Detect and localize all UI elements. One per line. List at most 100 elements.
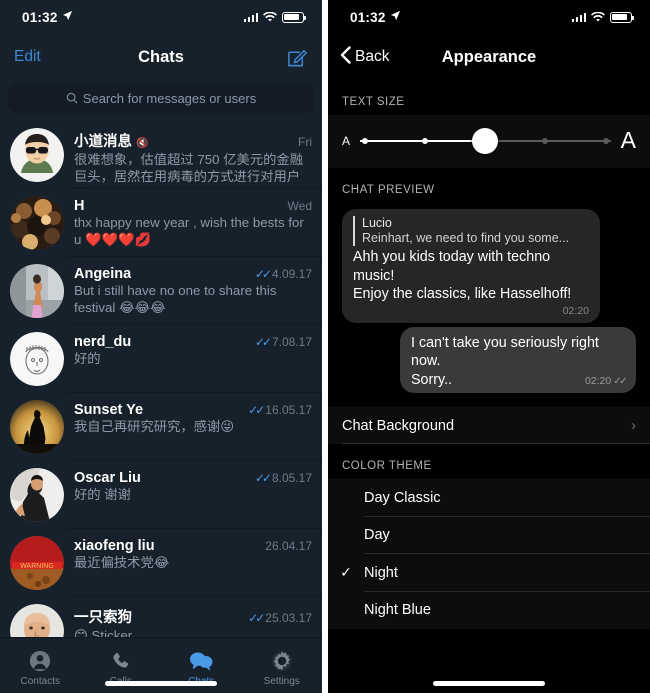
chat-item-top: 小道消息 🔇 Fri <box>74 130 312 151</box>
phone-icon <box>110 649 132 673</box>
color-theme-label: Night <box>364 564 398 581</box>
battery-icon <box>610 11 635 23</box>
chat-item-body: Oscar Liu ✓✓ 8.05.17 好的 谢谢 <box>74 468 312 504</box>
slider-tick-1[interactable] <box>362 137 369 144</box>
chat-item-body: Angeina ✓✓ 4.09.17 But i still have no o… <box>74 264 312 316</box>
chat-list-item[interactable]: 一只索狗 ✓✓ 25.03.17 😊 Sticker <box>0 597 322 637</box>
slider-tick-2[interactable] <box>422 137 429 144</box>
color-theme-header: COLOR THEME <box>328 444 650 479</box>
text-size-header: TEXT SIZE <box>328 80 650 115</box>
home-indicator-left <box>105 681 217 686</box>
chat-item-message: 😊 Sticker <box>74 628 133 637</box>
color-theme-label: Day Classic <box>364 489 441 506</box>
edit-button[interactable]: Edit <box>14 48 41 66</box>
chat-background-row[interactable]: Chat Background › <box>328 407 650 444</box>
color-theme-option[interactable]: Day Classic <box>328 479 650 517</box>
chat-list-item[interactable]: nerd_du ✓✓ 7.08.17 好的 <box>0 325 322 393</box>
svg-text:WARNING: WARNING <box>20 563 54 570</box>
read-ticks-icon: ✓✓ <box>254 335 272 349</box>
home-indicator-right <box>433 681 545 686</box>
status-indicators-right <box>571 11 635 23</box>
read-ticks-icon: ✓✓ <box>613 375 627 387</box>
text-size-slider[interactable] <box>360 127 611 154</box>
compose-icon[interactable] <box>287 47 308 68</box>
color-theme-option[interactable]: Day <box>328 516 650 554</box>
chat-list-item[interactable]: H Wed thx happy new year , wish the best… <box>0 189 322 257</box>
back-label: Back <box>355 48 390 65</box>
tab-settings[interactable]: Settings <box>242 649 323 687</box>
chat-item-body: H Wed thx happy new year , wish the best… <box>74 196 312 248</box>
chat-item-message: But i still have no one to share this fe… <box>74 283 277 315</box>
preview-outgoing-time: 02:20 <box>584 375 612 387</box>
chat-item-message: 好的 <box>74 351 101 366</box>
preview-outgoing-line-1: I can't take you seriously right now. <box>411 334 599 370</box>
read-ticks-icon: ✓✓ <box>254 471 272 485</box>
status-time-text-left: 01:32 <box>22 9 58 25</box>
text-size-control[interactable]: A A <box>328 115 650 168</box>
slider-tick-4[interactable] <box>542 137 549 144</box>
preview-incoming-bubble: Lucio Reinhart, we need to find you some… <box>342 209 600 323</box>
chat-item-top: Angeina ✓✓ 4.09.17 <box>74 266 312 282</box>
color-theme-option[interactable]: Night Blue <box>328 591 650 629</box>
location-arrow-icon <box>62 10 73 24</box>
chat-item-date: 25.03.17 <box>265 611 312 625</box>
back-button[interactable]: Back <box>340 45 390 69</box>
wifi-icon <box>591 11 605 23</box>
avatar[interactable] <box>10 332 64 386</box>
chat-item-name: 小道消息 <box>74 134 132 150</box>
chat-item-top: nerd_du ✓✓ 7.08.17 <box>74 334 312 350</box>
chat-item-name: 一只索狗 <box>74 610 132 626</box>
slider-thumb[interactable] <box>472 127 499 154</box>
chat-list[interactable]: 小道消息 🔇 Fri 很难想象，估值超过 750 亿美元的金融巨头，居然在用病毒… <box>0 121 322 637</box>
chat-list-item[interactable]: Angeina ✓✓ 4.09.17 But i still have no o… <box>0 257 322 325</box>
avatar[interactable]: WARNING <box>10 536 64 590</box>
tab-label: Contacts <box>20 675 60 687</box>
chat-item-name: Angeina <box>74 266 132 282</box>
chat-item-date: 7.08.17 <box>271 335 312 349</box>
avatar[interactable] <box>10 604 64 637</box>
phone-right-appearance: 01:32 Back Appearance TEXT SIZE A A CHAT… <box>328 0 650 693</box>
chat-list-item[interactable]: 小道消息 🔇 Fri 很难想象，估值超过 750 亿美元的金融巨头，居然在用病毒… <box>0 121 322 189</box>
status-time-right: 01:32 <box>350 10 401 25</box>
color-theme-option[interactable]: ✓ Night <box>328 554 650 592</box>
avatar[interactable] <box>10 468 64 522</box>
chat-item-body: Sunset Ye ✓✓ 16.05.17 我自己再研究研究，感谢😜 <box>74 400 312 436</box>
muted-icon: 🔇 <box>136 138 149 149</box>
preview-incoming-time: 02:20 <box>562 304 589 317</box>
row-separator <box>342 443 650 444</box>
chat-item-meta: ✓✓ 16.05.17 <box>242 403 312 417</box>
chevron-left-icon <box>340 45 351 69</box>
preview-reply-text: Reinhart, we need to find you some... <box>362 231 570 245</box>
chat-list-item[interactable]: WARNING xiaofeng liu 26.04.17 最近偏技术党😂 <box>0 529 322 597</box>
chat-item-meta: 26.04.17 <box>259 539 312 553</box>
status-indicators-left <box>243 11 307 23</box>
preview-reply-quote: Lucio Reinhart, we need to find you some… <box>353 216 589 246</box>
chat-item-date: 26.04.17 <box>265 539 312 553</box>
chat-item-meta: ✓✓ 25.03.17 <box>242 611 312 625</box>
chevron-right-icon: › <box>631 417 636 434</box>
chat-item-message: 很难想象，估值超过 750 亿美元的金融巨头，居然在用病毒的方式进行对用户的… <box>74 152 304 186</box>
battery-icon <box>282 11 307 23</box>
chat-item-body: 一只索狗 ✓✓ 25.03.17 😊 Sticker <box>74 604 312 637</box>
avatar[interactable] <box>10 400 64 454</box>
chat-item-top: Oscar Liu ✓✓ 8.05.17 <box>74 470 312 486</box>
gear-icon <box>271 649 293 673</box>
chat-item-top: 一只索狗 ✓✓ 25.03.17 <box>74 606 312 627</box>
color-theme-list[interactable]: Day Classic Day ✓ Night Night Blue <box>328 479 650 629</box>
search-input[interactable]: Search for messages or users <box>8 83 314 113</box>
chat-list-item[interactable]: Oscar Liu ✓✓ 8.05.17 好的 谢谢 <box>0 461 322 529</box>
search-container: Search for messages or users <box>0 80 322 121</box>
wifi-icon <box>263 11 277 23</box>
chat-list-item[interactable]: Sunset Ye ✓✓ 16.05.17 我自己再研究研究，感谢😜 <box>0 393 322 461</box>
avatar[interactable] <box>10 128 64 182</box>
chat-item-message: 最近偏技术党😂 <box>74 555 170 570</box>
chat-item-date: 8.05.17 <box>271 471 312 485</box>
tab-contacts[interactable]: Contacts <box>0 649 81 687</box>
chat-item-meta: Wed <box>282 199 312 213</box>
chat-item-name: nerd_du <box>74 334 132 350</box>
avatar[interactable] <box>10 196 64 250</box>
slider-tick-5[interactable] <box>602 137 609 144</box>
avatar[interactable] <box>10 264 64 318</box>
chat-item-top: xiaofeng liu 26.04.17 <box>74 538 312 554</box>
chat-background-label: Chat Background <box>342 417 455 434</box>
